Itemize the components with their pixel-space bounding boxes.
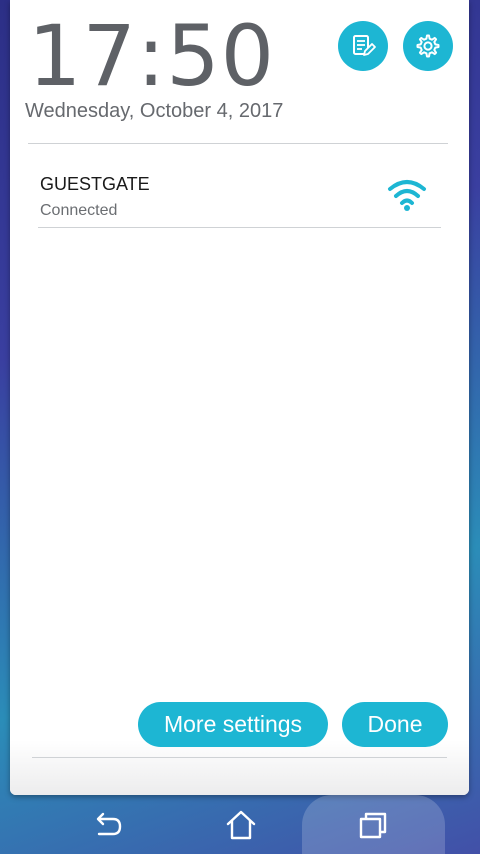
quick-settings-panel: 17:50 Wednesday, October 4, 2017 GUESTGA… (10, 0, 469, 795)
wifi-row-divider (38, 227, 441, 228)
notes-edit-icon (353, 35, 376, 56)
edit-notes-button[interactable] (338, 21, 388, 71)
back-icon (96, 812, 122, 836)
done-button[interactable]: Done (342, 702, 448, 747)
wifi-network-name: GUESTGATE (40, 174, 150, 194)
clock-date: Wednesday, October 4, 2017 (25, 100, 284, 122)
recent-apps-icon (359, 812, 387, 839)
gear-icon (416, 34, 440, 58)
clock-time: 17:50 (28, 7, 276, 105)
wifi-network-status: Connected (40, 202, 118, 219)
bottom-divider (32, 757, 447, 758)
header-divider (28, 143, 448, 144)
recent-apps-button[interactable] (351, 803, 395, 847)
wifi-network-row[interactable]: GUESTGATE Connected (38, 158, 441, 226)
settings-button[interactable] (403, 21, 453, 71)
wifi-signal-icon (388, 180, 426, 211)
bottom-fade (10, 740, 469, 795)
back-button[interactable] (86, 803, 130, 847)
navigation-bar (0, 795, 480, 854)
more-settings-button[interactable]: More settings (138, 702, 328, 747)
home-icon (226, 810, 256, 840)
home-button[interactable] (219, 803, 263, 847)
